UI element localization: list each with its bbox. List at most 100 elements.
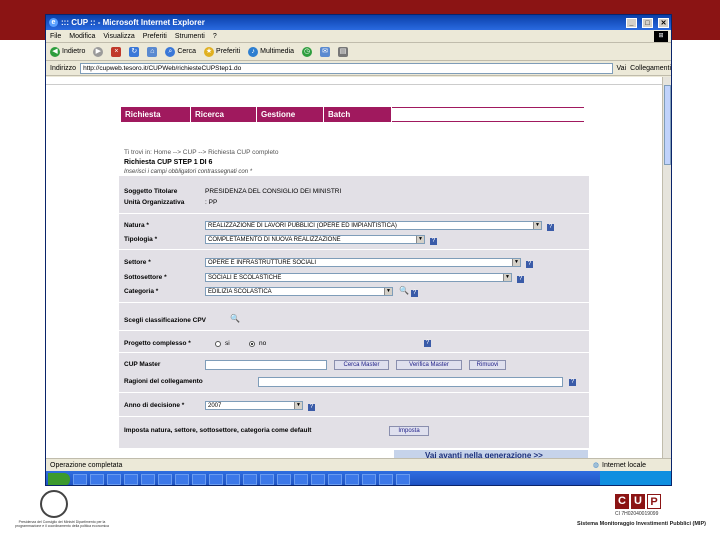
browser-window: e ::: CUP :: - Microsoft Internet Explor… (45, 14, 672, 486)
unita-label: Unità Organizzativa (124, 199, 185, 206)
taskbar-item[interactable] (328, 473, 342, 485)
verifica-master-button[interactable]: Verifica Master (396, 360, 462, 370)
page-viewport: Richiesta Ricerca Gestione Batch Ti trov… (46, 77, 662, 458)
nav-ricerca[interactable]: Ricerca (191, 107, 257, 122)
tipologia-label: Tipologia * (124, 236, 158, 243)
ragioni-help-icon[interactable]: ? (569, 379, 576, 386)
status-bar: Operazione completata ◍ Internet locale (46, 458, 671, 471)
categoria-select[interactable]: EDILIZIA SCOLASTICA ▼ (205, 287, 393, 296)
taskbar-item[interactable] (158, 473, 172, 485)
ragioni-input[interactable] (258, 377, 563, 387)
taskbar-item[interactable] (243, 473, 257, 485)
taskbar-item[interactable] (294, 473, 308, 485)
rimuovi-button[interactable]: Rimuovi (469, 360, 506, 370)
radio-no-label: no (259, 340, 267, 347)
imposta-button[interactable]: Imposta (389, 426, 429, 436)
history-button[interactable]: ◷ (302, 46, 313, 57)
radio-no[interactable] (249, 341, 255, 347)
nav-gestione[interactable]: Gestione (257, 107, 324, 122)
tipologia-help-icon[interactable]: ? (430, 238, 437, 245)
sottosettore-select[interactable]: SOCIALI E SCOLASTICHE ▼ (205, 273, 512, 282)
multimedia-button[interactable]: ♪ Multimedia (248, 46, 294, 57)
search-button[interactable]: ⌕ Cerca (165, 46, 196, 57)
settore-select[interactable]: OPERE E INFRASTRUTTURE SOCIALI ▼ (205, 258, 521, 267)
title-bar: e ::: CUP :: - Microsoft Internet Explor… (46, 15, 671, 30)
menu-preferiti[interactable]: Preferiti (143, 33, 167, 40)
maximize-button[interactable]: □ (642, 17, 653, 28)
forward-button[interactable]: ▶ (93, 46, 104, 57)
unita-value: : PP (205, 199, 218, 206)
minimize-button[interactable]: _ (626, 17, 637, 28)
natura-select[interactable]: REALIZZAZIONE DI LAVORI PUBBLICI (OPERE … (205, 221, 542, 230)
nav-richiesta[interactable]: Richiesta (121, 107, 191, 122)
anno-help-icon[interactable]: ? (308, 404, 315, 411)
search-doc-icon[interactable]: 🔍 (399, 286, 409, 295)
settore-help-icon[interactable]: ? (526, 261, 533, 268)
divider (119, 249, 589, 250)
menu-file[interactable]: File (50, 33, 61, 40)
next-step-button[interactable]: Vai avanti nella generazione >> (394, 450, 588, 458)
complesso-help-icon[interactable]: ? (424, 340, 431, 347)
back-button[interactable]: ◀ Indietro (50, 46, 85, 57)
scrollbar-thumb[interactable] (664, 85, 671, 165)
mail-button[interactable]: ✉ (320, 46, 331, 57)
refresh-button[interactable]: ↻ (129, 46, 140, 57)
radio-si[interactable] (215, 341, 221, 347)
taskbar-item[interactable] (226, 473, 240, 485)
cup-master-input[interactable] (205, 360, 327, 370)
window-title: ::: CUP :: - Microsoft Internet Explorer (61, 18, 205, 27)
vertical-scrollbar[interactable] (662, 77, 671, 458)
taskbar-item[interactable] (345, 473, 359, 485)
address-input[interactable]: http://cupweb.tesoro.it/CUPWeb/richieste… (80, 62, 613, 74)
categoria-label: Categoria * (124, 288, 159, 295)
menu-visualizza[interactable]: Visualizza (103, 33, 134, 40)
natura-help-icon[interactable]: ? (547, 224, 554, 231)
sottosettore-selected: SOCIALI E SCOLASTICHE (208, 275, 282, 281)
cerca-master-button[interactable]: Cerca Master (334, 360, 389, 370)
chevron-down-icon: ▼ (416, 236, 424, 243)
natura-selected: REALIZZAZIONE DI LAVORI PUBBLICI (OPERE … (208, 223, 397, 229)
anno-selected: 2007 (208, 403, 222, 409)
cup-master-label: CUP Master (124, 361, 161, 368)
cpv-search-icon[interactable]: 🔍 (230, 314, 240, 323)
sottosettore-help-icon[interactable]: ? (517, 276, 524, 283)
menu-strumenti[interactable]: Strumenti (175, 33, 205, 40)
categoria-help-icon[interactable]: ? (411, 290, 418, 297)
categoria-selected: EDILIZIA SCOLASTICA (208, 289, 272, 295)
menu-help[interactable]: ? (213, 33, 217, 40)
chevron-down-icon: ▼ (384, 288, 392, 295)
favorites-button[interactable]: ★ Preferiti (204, 46, 240, 57)
home-icon: ⌂ (147, 46, 158, 57)
menu-modifica[interactable]: Modifica (69, 33, 95, 40)
system-tray (600, 471, 671, 485)
close-button[interactable]: ✕ (658, 17, 669, 28)
security-zone: ◍ Internet locale (592, 461, 646, 470)
taskbar-item[interactable] (175, 473, 189, 485)
taskbar-item[interactable] (90, 473, 104, 485)
taskbar-item[interactable] (141, 473, 155, 485)
go-button[interactable]: Vai (617, 65, 627, 72)
menu-bar: File Modifica Visualizza Preferiti Strum… (46, 30, 671, 43)
chevron-down-icon: ▼ (533, 222, 541, 229)
home-button[interactable]: ⌂ (147, 46, 158, 57)
taskbar-item[interactable] (107, 473, 121, 485)
start-button[interactable] (48, 472, 70, 485)
anno-select[interactable]: 2007 ▼ (205, 401, 303, 410)
taskbar-item[interactable] (396, 473, 410, 485)
taskbar-item[interactable] (73, 473, 87, 485)
taskbar-item[interactable] (260, 473, 274, 485)
taskbar-item[interactable] (124, 473, 138, 485)
taskbar-item[interactable] (311, 473, 325, 485)
taskbar-item[interactable] (209, 473, 223, 485)
tipologia-select[interactable]: COMPLETAMENTO DI NUOVA REALIZZAZIONE ▼ (205, 235, 425, 244)
stop-button[interactable]: × (111, 46, 122, 57)
refresh-icon: ↻ (129, 46, 140, 57)
taskbar-item[interactable] (192, 473, 206, 485)
taskbar-item[interactable] (379, 473, 393, 485)
links-button[interactable]: Collegamenti (630, 65, 671, 72)
taskbar-item[interactable] (277, 473, 291, 485)
printer-icon: ▤ (338, 46, 349, 57)
print-button[interactable]: ▤ (338, 46, 349, 57)
nav-batch[interactable]: Batch (324, 107, 392, 122)
taskbar-item[interactable] (362, 473, 376, 485)
